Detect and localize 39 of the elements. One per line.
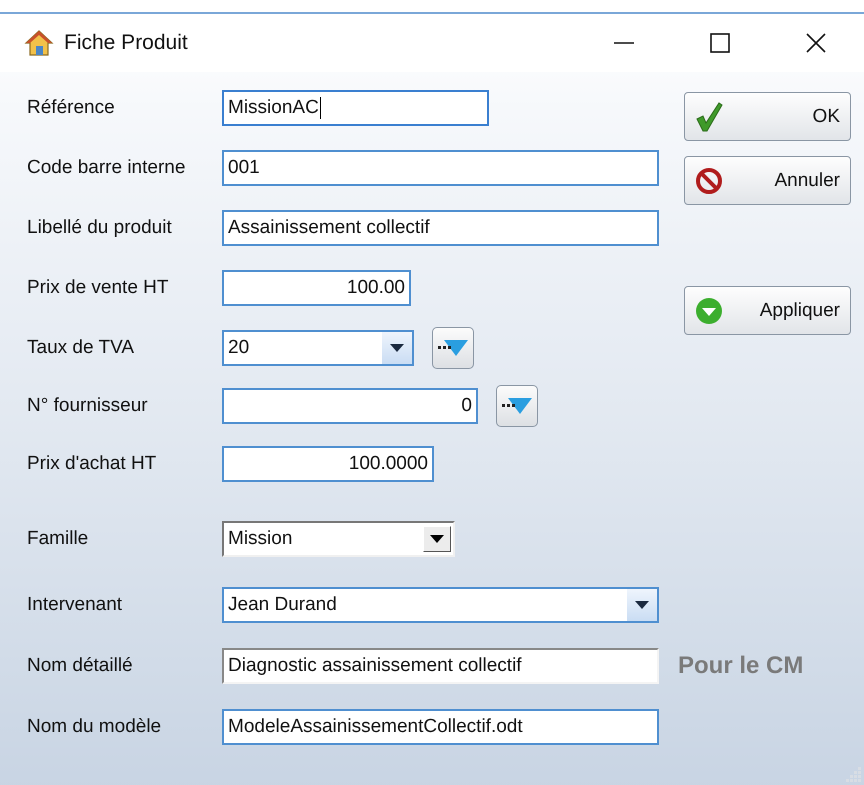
checkmark-icon <box>695 102 723 132</box>
caret-icon <box>430 535 444 543</box>
apply-button[interactable]: Appliquer <box>684 286 851 335</box>
ok-button[interactable]: OK <box>684 92 851 141</box>
note-text: Pour le CM <box>678 652 804 680</box>
dropdown[interactable]: Mission <box>222 521 455 557</box>
close-icon[interactable] <box>805 32 827 54</box>
input-field[interactable]: 0 <box>222 388 478 424</box>
field-label: Code barre interne <box>26 157 186 179</box>
filter-icon <box>502 398 532 414</box>
input-field[interactable]: ModeleAssainissementCollectif.odt <box>222 709 659 745</box>
house-icon <box>24 28 54 58</box>
window-title: Fiche Produit <box>64 31 188 55</box>
field-label: Référence <box>26 97 116 119</box>
field-label: Nom du modèle <box>26 716 162 738</box>
caret-icon <box>390 344 404 352</box>
lookup-button[interactable] <box>432 327 474 369</box>
cancel-button[interactable]: Annuler <box>684 156 851 205</box>
prohibited-icon <box>695 166 723 194</box>
input-field[interactable]: 100.0000 <box>222 446 434 482</box>
maximize-icon[interactable] <box>709 32 731 54</box>
input-field[interactable]: 100.00 <box>222 270 411 306</box>
field-label: Libellé du produit <box>26 217 173 239</box>
field-label: Prix de vente HT <box>26 277 170 299</box>
input-field[interactable]: 001 <box>222 150 659 186</box>
field-label: Taux de TVA <box>26 337 136 359</box>
dropdown[interactable]: Jean Durand <box>222 587 659 623</box>
caret-icon <box>635 601 649 609</box>
input-field[interactable]: Assainissement collectif <box>222 210 659 246</box>
filter-icon <box>438 340 468 356</box>
field-label: Prix d'achat HT <box>26 453 158 475</box>
input-field[interactable]: MissionAC <box>222 90 489 126</box>
field-label: N° fournisseur <box>26 395 149 417</box>
dropdown[interactable]: 20 <box>222 330 414 366</box>
lookup-button[interactable] <box>496 385 538 427</box>
field-label: Nom détaillé <box>26 655 134 677</box>
input-field[interactable]: Diagnostic assainissement collectif <box>222 648 659 684</box>
field-label: Famille <box>26 528 90 550</box>
field-label: Intervenant <box>26 594 124 616</box>
